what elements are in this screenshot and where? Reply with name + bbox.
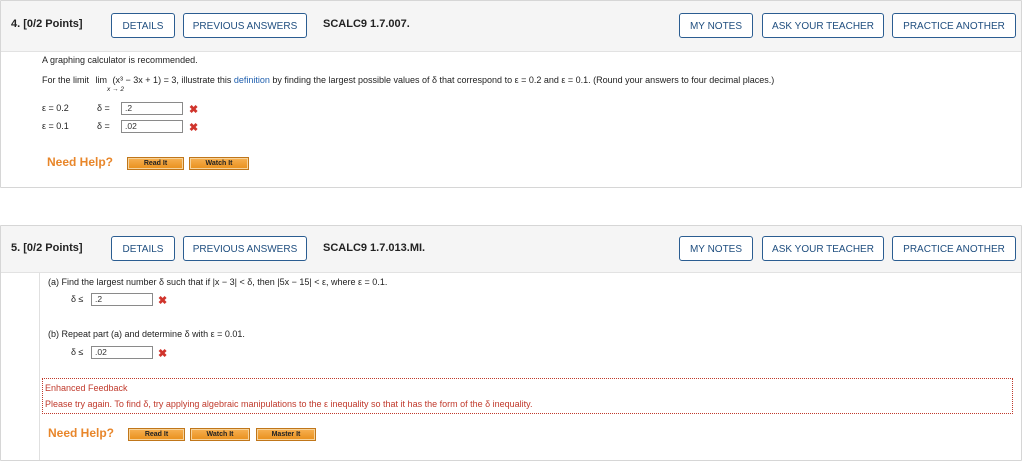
read-it-button[interactable]: Read It <box>128 428 185 441</box>
read-it-button[interactable]: Read It <box>127 157 184 170</box>
previous-answers-button[interactable]: PREVIOUS ANSWERS <box>183 13 307 38</box>
problem-id: SCALC9 1.7.013.MI. <box>323 242 426 254</box>
delta-label-1: δ = <box>97 103 110 113</box>
definition-link[interactable]: definition <box>234 75 270 85</box>
part-a-delta-input[interactable]: .2 <box>91 293 153 306</box>
incorrect-x-icon: ✖ <box>158 295 168 307</box>
question-4-body: A graphing calculator is recommended. Fo… <box>39 53 1009 187</box>
problem-id: SCALC9 1.7.007. <box>323 18 410 30</box>
incorrect-x-icon: ✖ <box>158 348 168 360</box>
question-5-header: 5. [0/2 Points] DETAILS PREVIOUS ANSWERS… <box>1 226 1021 273</box>
watch-it-button[interactable]: Watch It <box>190 428 250 441</box>
previous-answers-button[interactable]: PREVIOUS ANSWERS <box>183 236 307 261</box>
prompt-suffix: by finding the largest possible values o… <box>272 75 775 85</box>
details-button[interactable]: DETAILS <box>111 13 175 38</box>
feedback-text: Please try again. To find δ, try applyin… <box>45 399 533 409</box>
need-help-label: Need Help? <box>47 155 114 169</box>
question-4-number: 4. [0/2 Points] <box>11 18 83 30</box>
limit-word: lim <box>95 75 108 85</box>
prompt-prefix: For the limit <box>42 75 90 85</box>
master-it-button[interactable]: Master It <box>256 428 316 441</box>
limit-expression: (x³ − 3x + 1) = 3, illustrate this <box>112 75 232 85</box>
practice-another-button[interactable]: PRACTICE ANOTHER <box>892 13 1016 38</box>
feedback-title: Enhanced Feedback <box>45 383 128 393</box>
enhanced-feedback-box: Enhanced Feedback Please try again. To f… <box>42 378 1013 414</box>
my-notes-button[interactable]: MY NOTES <box>679 13 753 38</box>
limit-subscript: x → 2 <box>107 86 124 93</box>
question-4-card: 4. [0/2 Points] DETAILS PREVIOUS ANSWERS… <box>0 0 1022 188</box>
part-b-prompt: (b) Repeat part (a) and determine δ with… <box>48 329 245 339</box>
part-a-prompt: (a) Find the largest number δ such that … <box>48 277 388 287</box>
ask-your-teacher-button[interactable]: ASK YOUR TEACHER <box>762 236 884 261</box>
part-b-delta-label: δ ≤ <box>71 347 84 357</box>
question-4-header: 4. [0/2 Points] DETAILS PREVIOUS ANSWERS… <box>1 1 1021 52</box>
question-5-body: (a) Find the largest number δ such that … <box>39 273 1013 460</box>
details-button[interactable]: DETAILS <box>111 236 175 261</box>
practice-another-button[interactable]: PRACTICE ANOTHER <box>892 236 1016 261</box>
incorrect-x-icon: ✖ <box>189 104 199 116</box>
part-b-delta-input[interactable]: .02 <box>91 346 153 359</box>
incorrect-x-icon: ✖ <box>189 122 199 134</box>
epsilon-label-1: ε = 0.2 <box>42 103 69 113</box>
need-help-label: Need Help? <box>48 426 115 440</box>
watch-it-button[interactable]: Watch It <box>189 157 249 170</box>
question-5-card: 5. [0/2 Points] DETAILS PREVIOUS ANSWERS… <box>0 225 1022 461</box>
ask-your-teacher-button[interactable]: ASK YOUR TEACHER <box>762 13 884 38</box>
delta-label-2: δ = <box>97 121 110 131</box>
question-5-number: 5. [0/2 Points] <box>11 242 83 254</box>
calculator-note: A graphing calculator is recommended. <box>42 55 198 65</box>
epsilon-label-2: ε = 0.1 <box>42 121 69 131</box>
delta-input-2[interactable]: .02 <box>121 120 183 133</box>
my-notes-button[interactable]: MY NOTES <box>679 236 753 261</box>
delta-input-1[interactable]: .2 <box>121 102 183 115</box>
limit-prompt: For the limit lim (x³ − 3x + 1) = 3, ill… <box>42 75 774 85</box>
part-a-delta-label: δ ≤ <box>71 294 84 304</box>
